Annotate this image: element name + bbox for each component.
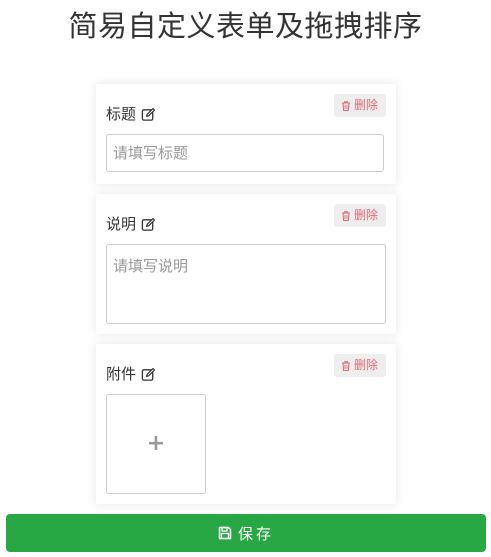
plus-icon: +	[146, 431, 166, 456]
save-button[interactable]: 保存	[6, 514, 486, 552]
field-label-wrapper: 标题	[106, 104, 156, 124]
trash-icon	[341, 360, 350, 371]
field-label: 说明	[106, 215, 137, 233]
page-title: 简易自定义表单及拖拽排序	[68, 9, 423, 43]
delete-button[interactable]: 删除	[333, 354, 386, 377]
delete-button[interactable]: 删除	[333, 204, 386, 227]
edit-icon[interactable]	[141, 217, 156, 232]
form-field-description[interactable]: 说明 删除	[96, 194, 396, 334]
title-input[interactable]	[106, 134, 384, 172]
field-label-wrapper: 说明	[106, 214, 156, 234]
delete-label: 删除	[353, 208, 378, 222]
field-label: 标题	[106, 105, 137, 123]
upload-button[interactable]: +	[106, 394, 206, 494]
field-label-wrapper: 附件	[106, 364, 156, 384]
trash-icon	[341, 100, 350, 111]
delete-label: 删除	[353, 358, 378, 372]
floppy-disk-icon	[218, 526, 232, 540]
trash-icon	[341, 210, 350, 221]
delete-button[interactable]: 删除	[333, 94, 386, 117]
delete-label: 删除	[353, 98, 378, 112]
form-field-title[interactable]: 标题 删除	[96, 84, 396, 184]
form-field-attachment[interactable]: 附件 删除 +	[96, 344, 396, 504]
save-label: 保存	[237, 524, 274, 543]
edit-icon[interactable]	[141, 107, 156, 122]
edit-icon[interactable]	[141, 367, 156, 382]
description-textarea[interactable]	[106, 244, 386, 324]
field-label: 附件	[106, 365, 137, 383]
